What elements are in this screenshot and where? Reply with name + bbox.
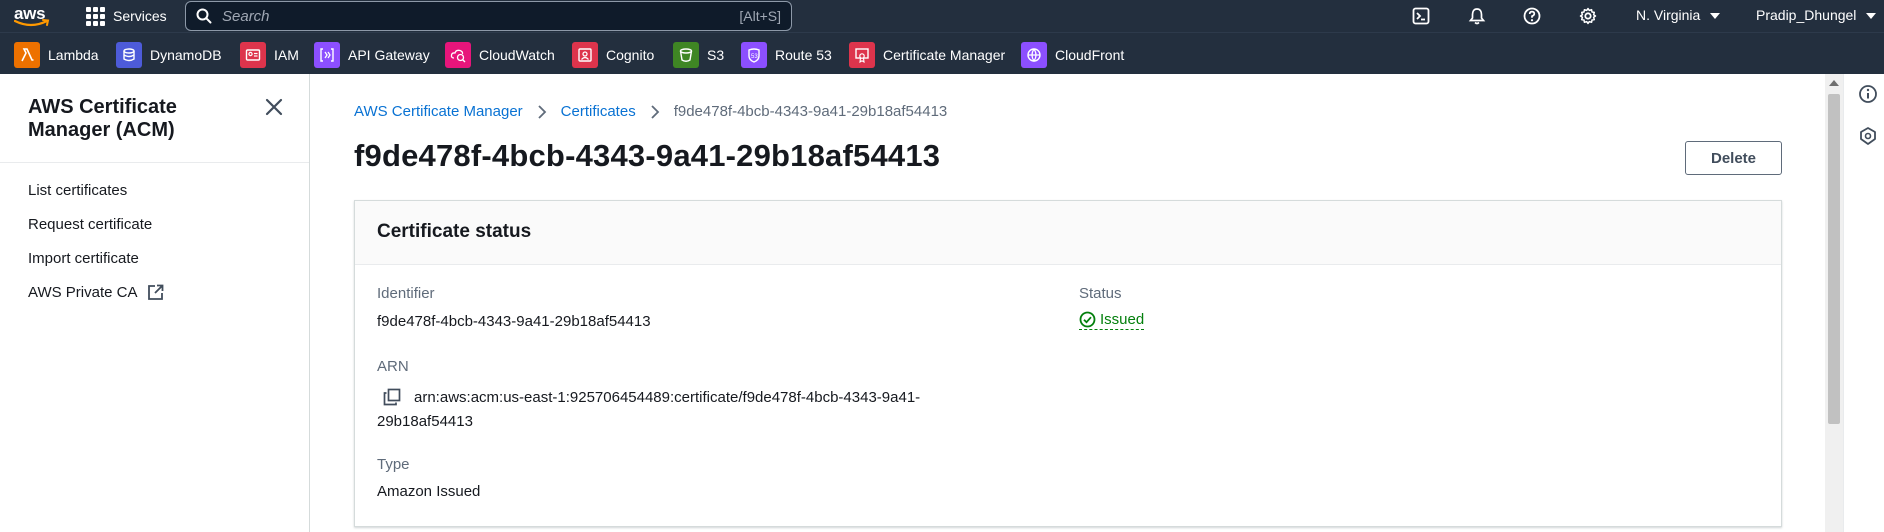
services-menu-button[interactable]: Services (86, 6, 167, 26)
status-value: Issued (1100, 311, 1145, 328)
favorite-route53[interactable]: 53 Route 53 (741, 42, 832, 68)
services-grid-icon (86, 6, 105, 26)
breadcrumb: AWS Certificate Manager Certificates f9d… (354, 103, 947, 120)
certificate-manager-icon (849, 42, 875, 68)
favorite-cognito[interactable]: Cognito (572, 42, 654, 68)
status-badge[interactable]: Issued (1079, 311, 1145, 330)
info-icon[interactable] (1858, 84, 1878, 104)
shield-icon[interactable] (1858, 126, 1878, 146)
favorite-label: Certificate Manager (883, 47, 1006, 63)
cognito-icon (572, 42, 598, 68)
api-gateway-icon (314, 42, 340, 68)
user-menu[interactable]: Pradip_Dhungel (1756, 7, 1877, 23)
search-bar[interactable]: [Alt+S] (185, 1, 792, 31)
dynamodb-icon (116, 42, 142, 68)
top-navigation: aws Services [Alt+S] (0, 0, 1884, 32)
cloudwatch-icon (445, 42, 471, 68)
favorite-label: Cognito (606, 47, 655, 63)
close-icon[interactable] (263, 96, 285, 118)
scrollbar-thumb[interactable] (1828, 94, 1840, 424)
favorite-label: CloudWatch (479, 47, 555, 63)
card-heading: Certificate status (377, 221, 532, 242)
favorite-cloudfront[interactable]: CloudFront (1021, 42, 1124, 68)
favorite-label: Route 53 (775, 47, 832, 63)
favorite-iam[interactable]: IAM (240, 42, 299, 68)
help-icon[interactable] (1523, 7, 1541, 25)
sidebar-item-request-certificate[interactable]: Request certificate (28, 216, 152, 233)
lambda-icon (14, 42, 40, 68)
user-name: Pradip_Dhungel (1756, 7, 1857, 23)
breadcrumb-acm[interactable]: AWS Certificate Manager (354, 103, 523, 120)
favorites-bar: Lambda DynamoDB IAM API Gateway CloudWat… (0, 32, 1884, 74)
favorite-lambda[interactable]: Lambda (14, 42, 99, 68)
region-label: N. Virginia (1636, 7, 1701, 23)
favorite-cloudwatch[interactable]: CloudWatch (445, 42, 555, 68)
favorite-api-gateway[interactable]: API Gateway (314, 42, 430, 68)
aws-logo[interactable]: aws (14, 4, 52, 28)
sidebar-item-list-certificates[interactable]: List certificates (28, 182, 127, 199)
certificate-status-card: Certificate status Identifier f9de478f-4… (354, 200, 1782, 527)
sidenav-title[interactable]: AWS Certificate Manager (ACM) (28, 96, 258, 142)
check-circle-icon (1079, 311, 1096, 328)
type-label: Type (377, 456, 410, 473)
caret-down-icon (1866, 13, 1877, 20)
sidenav-divider (0, 162, 309, 163)
services-label: Services (113, 8, 167, 24)
page-title: f9de478f-4bcb-4343-9a41-29b18af54413 (354, 138, 941, 173)
sidebar-item-aws-private-ca[interactable]: AWS Private CA (28, 284, 164, 301)
favorite-label: Lambda (48, 47, 99, 63)
arn-label: ARN (377, 358, 409, 375)
search-input[interactable] (212, 7, 740, 25)
arn-value: arn:aws:acm:us-east-1:925706454489:certi… (377, 389, 921, 430)
favorite-label: S3 (707, 47, 725, 63)
sidebar-item-import-certificate[interactable]: Import certificate (28, 250, 139, 267)
breadcrumb-certificates[interactable]: Certificates (561, 103, 636, 120)
status-label: Status (1079, 285, 1122, 302)
route53-icon: 53 (741, 42, 767, 68)
cloudfront-icon (1021, 42, 1047, 68)
favorite-dynamodb[interactable]: DynamoDB (116, 42, 222, 68)
favorite-certificate-manager[interactable]: Certificate Manager (849, 42, 1005, 68)
cloudshell-icon[interactable] (1412, 7, 1430, 25)
identifier-value: f9de478f-4bcb-4343-9a41-29b18af54413 (377, 313, 651, 330)
iam-icon (240, 42, 266, 68)
favorite-label: DynamoDB (150, 47, 222, 63)
favorite-label: API Gateway (348, 47, 430, 63)
caret-down-icon (1710, 13, 1721, 20)
card-header: Certificate status (355, 201, 1781, 265)
search-icon (196, 8, 212, 24)
identifier-label: Identifier (377, 285, 435, 302)
search-shortcut-hint: [Alt+S] (739, 8, 781, 24)
side-navigation: AWS Certificate Manager (ACM) List certi… (0, 74, 310, 532)
region-selector[interactable]: N. Virginia (1636, 7, 1721, 23)
scroll-up-arrow-icon[interactable] (1829, 80, 1839, 86)
type-value: Amazon Issued (377, 483, 481, 500)
delete-button[interactable]: Delete (1685, 141, 1782, 175)
breadcrumb-current: f9de478f-4bcb-4343-9a41-29b18af54413 (673, 103, 948, 120)
sidebar-item-label: Request certificate (28, 216, 153, 233)
sidebar-item-label: Import certificate (28, 250, 139, 267)
sidebar-item-label: List certificates (28, 182, 128, 199)
settings-icon[interactable] (1579, 7, 1597, 25)
s3-icon (673, 42, 699, 68)
favorite-label: IAM (274, 47, 299, 63)
chevron-right-icon (537, 104, 547, 119)
aws-smile-icon (14, 19, 50, 27)
chevron-right-icon (650, 104, 660, 119)
bell-icon[interactable] (1468, 7, 1486, 25)
favorite-label: CloudFront (1055, 47, 1125, 63)
favorite-s3[interactable]: S3 (673, 42, 724, 68)
external-link-icon (148, 284, 164, 300)
svg-text:53: 53 (751, 54, 758, 60)
sidebar-item-label: AWS Private CA (28, 284, 138, 301)
